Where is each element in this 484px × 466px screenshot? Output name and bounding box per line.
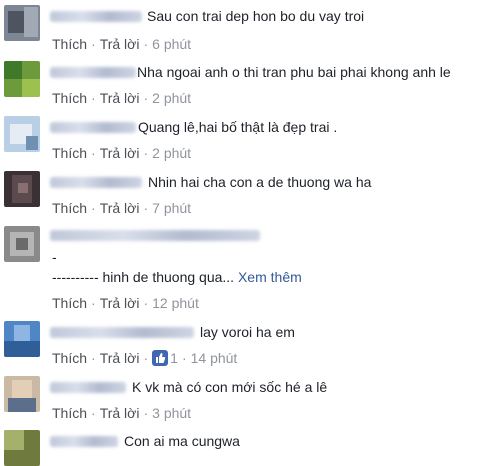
timestamp[interactable]: 7 phút <box>152 200 191 216</box>
see-more-link[interactable]: Xem thêm <box>238 269 302 285</box>
like-count-value: 1 <box>170 350 178 366</box>
avatar[interactable] <box>4 116 40 152</box>
like-link[interactable]: Thích <box>52 350 87 366</box>
comment-actions: Thích · Trả lời · 3 phút <box>52 405 192 421</box>
timestamp[interactable]: 2 phút <box>152 145 191 161</box>
commenter-name[interactable] <box>50 230 260 241</box>
reply-link[interactable]: Trả lời <box>100 405 140 421</box>
avatar[interactable] <box>4 5 40 41</box>
reply-link[interactable]: Trả lời <box>100 145 140 161</box>
comment-actions: Thích · Trả lời · 6 phút <box>52 36 192 52</box>
reply-link[interactable]: Trả lời <box>100 200 140 216</box>
comment-text: lay voroi ha em <box>200 324 295 340</box>
like-link[interactable]: Thích <box>52 200 87 216</box>
avatar[interactable] <box>4 171 40 207</box>
commenter-name[interactable] <box>50 327 194 338</box>
comment-text: Nha ngoai anh o thi tran phu bai phai kh… <box>137 64 451 80</box>
comment-actions: Thích · Trả lời · 12 phút <box>52 295 199 311</box>
comment-text: Sau con trai dep hon bo du vay troi <box>147 8 365 24</box>
comment-text: K vk mà có con mới sốc hé a lê <box>132 379 328 395</box>
like-link[interactable]: Thích <box>52 405 87 421</box>
comment-text: Con ai ma cungwa <box>124 433 240 449</box>
comment-line-2: ---------- hinh de thuong qua... Xem thê… <box>52 268 302 286</box>
commenter-name[interactable] <box>50 382 126 393</box>
reply-link[interactable]: Trả lời <box>100 295 140 311</box>
comment-actions: Thích · Trả lời · 7 phút <box>52 200 192 216</box>
like-link[interactable]: Thích <box>52 295 87 311</box>
timestamp[interactable]: 6 phút <box>152 36 191 52</box>
commenter-name[interactable] <box>50 122 136 133</box>
avatar[interactable] <box>4 376 40 412</box>
timestamp[interactable]: 2 phút <box>152 90 191 106</box>
comment-actions: Thích · Trả lời · 2 phút <box>52 145 192 161</box>
avatar[interactable] <box>4 226 40 262</box>
comment-text: ---------- hinh de thuong qua... <box>52 269 235 285</box>
like-link[interactable]: Thích <box>52 145 87 161</box>
like-link[interactable]: Thích <box>52 90 87 106</box>
commenter-name[interactable] <box>50 11 142 22</box>
like-count[interactable]: 1 <box>152 350 178 366</box>
comment-text: Nhin hai cha con a de thuong wa ha <box>148 174 372 190</box>
timestamp[interactable]: 12 phút <box>152 295 199 311</box>
like-link[interactable]: Thích <box>52 36 87 52</box>
commenter-name[interactable] <box>50 67 136 78</box>
comment-actions: Thích · Trả lời · 1 · 14 phút <box>52 350 238 366</box>
reply-link[interactable]: Trả lời <box>100 350 140 366</box>
timestamp[interactable]: 14 phút <box>191 350 238 366</box>
timestamp[interactable]: 3 phút <box>152 405 191 421</box>
commenter-name[interactable] <box>50 436 118 447</box>
avatar[interactable] <box>4 321 40 357</box>
comment-text: Quang lê,hai bố thật là đẹp trai . <box>138 119 338 135</box>
commenter-name[interactable] <box>50 177 142 188</box>
comment-line-1: - <box>52 249 57 265</box>
reply-link[interactable]: Trả lời <box>100 36 140 52</box>
comment-actions: Thích · Trả lời · 2 phút <box>52 90 192 106</box>
thumbs-up-icon <box>152 350 169 366</box>
avatar[interactable] <box>4 430 40 466</box>
avatar[interactable] <box>4 61 40 97</box>
reply-link[interactable]: Trả lời <box>100 90 140 106</box>
